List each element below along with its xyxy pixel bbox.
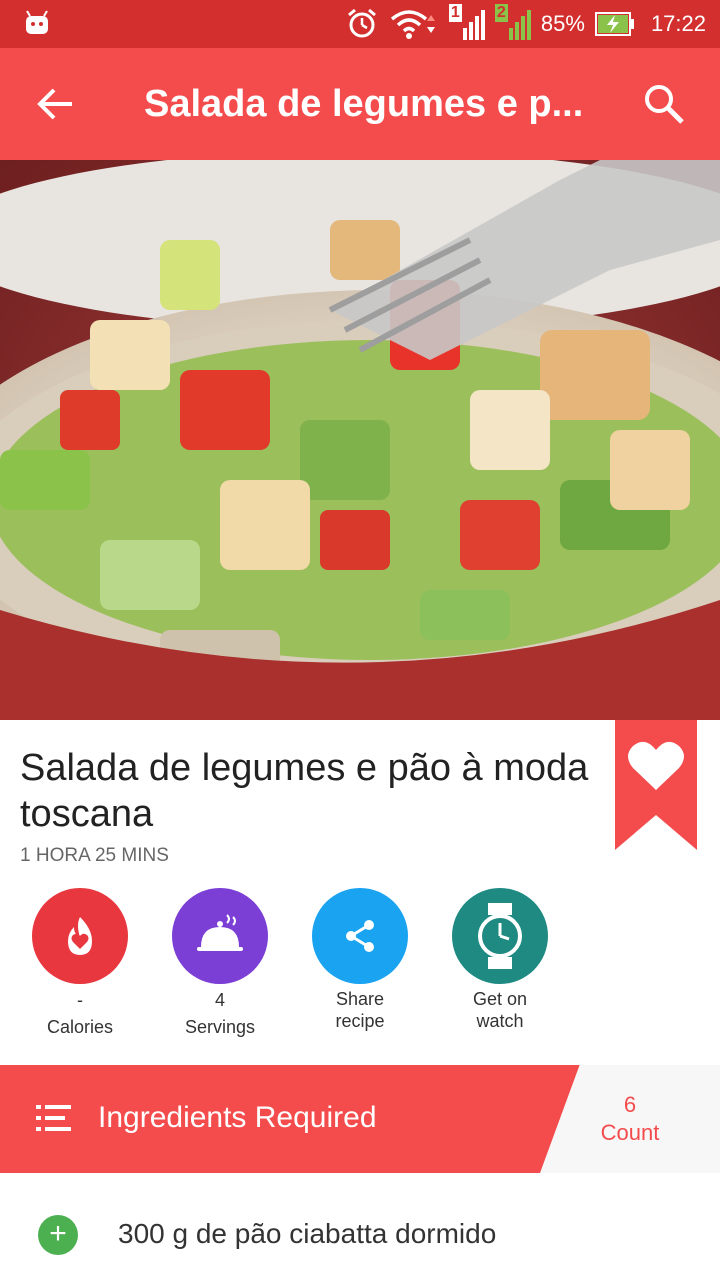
battery-percent: 85% [540, 11, 585, 36]
arrow-left-icon[interactable] [30, 78, 82, 130]
alarm-icon [347, 8, 376, 38]
servings-action: 4 Servings [160, 888, 280, 1038]
ingredients-header-label: Ingredients Required [98, 1101, 377, 1134]
flame-heart-icon [68, 917, 92, 955]
calories-value: - [77, 990, 83, 1010]
share-label: Share recipe [335, 989, 385, 1031]
add-ingredient-plus-icon[interactable]: + [38, 1215, 78, 1255]
servings-label: Servings [184, 1017, 256, 1037]
search-icon[interactable] [638, 78, 690, 130]
share-circle[interactable] [312, 888, 408, 984]
ingredients-header: Ingredients Required 6 Count [0, 1065, 720, 1173]
list-icon [36, 1105, 71, 1131]
share-icon [346, 920, 374, 952]
battery-charging-icon [594, 12, 634, 36]
ingredient-row: + 300 g de pão ciabatta dormido [0, 1180, 720, 1280]
sim2-signal-icon: 2 [494, 4, 531, 42]
servings-circle[interactable] [172, 888, 268, 984]
ingredients-count: 6 Count [570, 1091, 690, 1147]
status-bar: 1 2 85% 17:22 [0, 0, 720, 48]
calories-action: - Calories [20, 888, 140, 1038]
share-action: Share recipe [300, 888, 420, 1032]
wifi-icon [390, 10, 435, 39]
serving-dish-icon [197, 914, 243, 951]
app-bar-title: Salada de legumes e p... [144, 83, 584, 125]
android-notification-icon [26, 10, 48, 34]
app-bar: Salada de legumes e p... [0, 48, 720, 160]
servings-value: 4 [214, 990, 225, 1010]
favorite-bookmark-heart-icon[interactable] [615, 720, 697, 850]
recipe-duration: 1 HORA 25 MINS [20, 845, 169, 866]
clock: 17:22 [650, 11, 706, 36]
watch-label: Get on watch [472, 989, 528, 1031]
recipe-photo [0, 160, 720, 720]
recipe-actions: - Calories 4 Servings Share recipe Get o… [0, 888, 720, 1038]
ingredient-text: 300 g de pão ciabatta dormido [118, 1218, 497, 1249]
ingredients-count-label: Count [600, 1120, 660, 1145]
calories-circle[interactable] [32, 888, 128, 984]
recipe-title: Salada de legumes e pão à moda toscana [20, 747, 589, 835]
watch-action: Get on watch [440, 888, 560, 1032]
ingredients-count-value: 6 [623, 1092, 637, 1117]
watch-icon [478, 903, 522, 969]
watch-circle[interactable] [452, 888, 548, 984]
calories-label: Calories [46, 1017, 114, 1037]
sim1-signal-icon: 1 [448, 4, 485, 42]
